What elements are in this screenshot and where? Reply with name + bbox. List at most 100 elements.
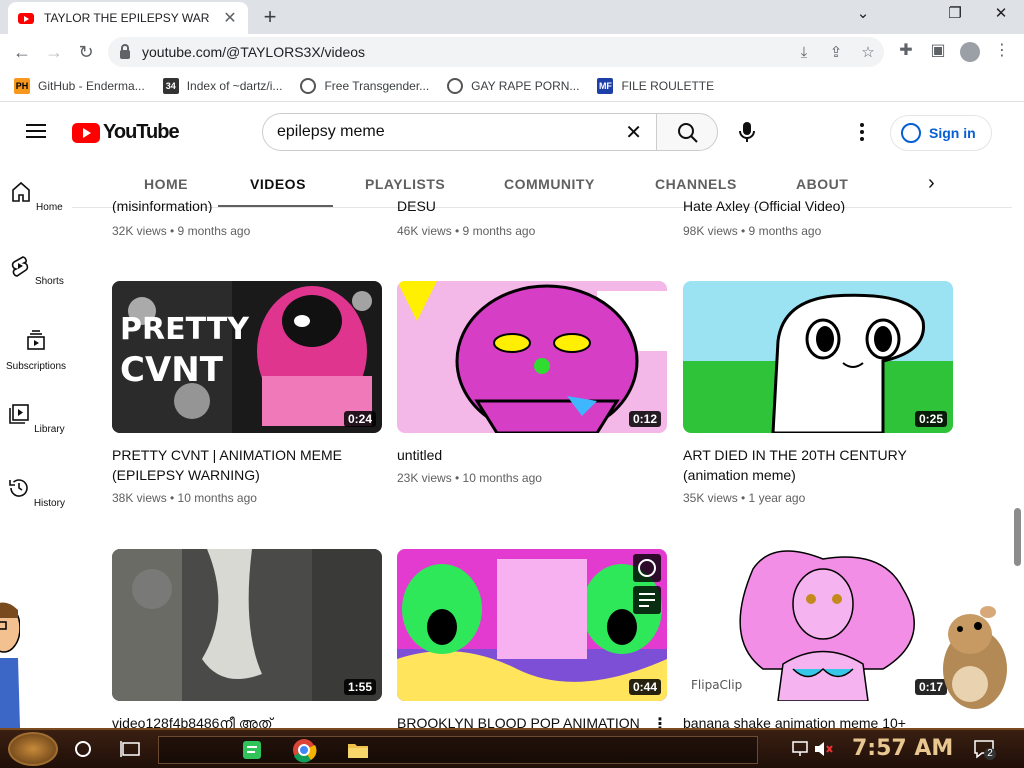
- library-icon: [9, 404, 30, 424]
- video-title-partial[interactable]: Hate Axley (Official Video): [683, 199, 845, 213]
- bookmark-favicon-icon: MF: [597, 77, 614, 94]
- scrollbar-thumb[interactable]: [1014, 508, 1021, 566]
- side-panel-icon[interactable]: ▣: [926, 40, 950, 60]
- rail-item-shorts[interactable]: Shorts: [0, 254, 72, 287]
- video-card[interactable]: PRETTY CVNT 0:24 PRETTY CVNT | ANIMATION…: [112, 281, 382, 505]
- taskbar-clock[interactable]: 7:57 AM: [852, 736, 953, 761]
- close-window-icon[interactable]: ✕: [986, 4, 1016, 22]
- thumbnail-image: [397, 281, 667, 433]
- video-title[interactable]: PRETTY CVNT | ANIMATION MEME (EPILEPSY W…: [112, 445, 382, 485]
- svg-text:CVNT: CVNT: [120, 350, 224, 390]
- microphone-icon[interactable]: [736, 120, 758, 144]
- browser-toolbar: ← → ↻ youtube.com/@TAYLORS3X/videos ⤓ ⇪ …: [0, 34, 1024, 70]
- video-title-partial[interactable]: (misinformation): [112, 199, 212, 213]
- bookmark-github[interactable]: PH GitHub - Enderma...: [14, 77, 145, 94]
- rail-label: Home: [36, 202, 63, 213]
- tab-community[interactable]: COMMUNITY: [504, 160, 595, 208]
- browser-tab-strip: TAYLOR THE EPILEPSY WAR ✕ + ⌄ ❐ ✕: [0, 0, 1024, 34]
- video-thumbnail[interactable]: 0:25: [683, 281, 953, 433]
- file-explorer-icon[interactable]: [345, 737, 371, 763]
- youtube-favicon-icon: [18, 12, 34, 24]
- bookmark-star-icon[interactable]: ☆: [852, 43, 884, 61]
- chrome-icon[interactable]: [291, 737, 317, 763]
- video-meta: 35K views • 1 year ago: [683, 491, 806, 505]
- new-tab-button[interactable]: +: [258, 4, 282, 30]
- settings-dots-icon[interactable]: [852, 120, 872, 144]
- video-card[interactable]: FlipaClip 0:17 banana shake animation me…: [683, 549, 953, 733]
- sign-in-label: Sign in: [929, 125, 976, 141]
- video-thumbnail[interactable]: 1:55: [112, 549, 382, 701]
- channel-tabs: HOME VIDEOS PLAYLISTS COMMUNITY CHANNELS…: [112, 160, 1012, 208]
- restore-window-icon[interactable]: ❐: [940, 4, 970, 22]
- video-card[interactable]: 0:12 untitled 23K views • 10 months ago: [397, 281, 667, 485]
- video-thumbnail[interactable]: 0:12: [397, 281, 667, 433]
- video-card[interactable]: 0:25 ART DIED IN THE 20TH CENTURY (anima…: [683, 281, 953, 505]
- tab-search-chevron-icon[interactable]: ⌄: [848, 4, 878, 22]
- sign-in-button[interactable]: Sign in: [890, 115, 992, 151]
- chrome-menu-icon[interactable]: ⋮: [990, 40, 1014, 60]
- rail-item-history[interactable]: History: [0, 476, 72, 509]
- video-title[interactable]: untitled: [397, 445, 667, 465]
- rail-label: Library: [34, 424, 65, 435]
- desktop-buddy-character[interactable]: [0, 598, 20, 728]
- hamster-sticker[interactable]: [930, 604, 1010, 712]
- extensions-puzzle-icon[interactable]: ✚: [894, 40, 918, 60]
- bookmarks-bar: PH GitHub - Enderma... 34 Index of ~dart…: [0, 70, 1024, 102]
- network-icon[interactable]: [790, 736, 810, 762]
- tab-videos[interactable]: VIDEOS: [218, 160, 333, 208]
- bookmark-file-roulette[interactable]: MF FILE ROULETTE: [597, 77, 714, 94]
- subscriptions-icon: [27, 330, 45, 350]
- bookmark-label: Free Transgender...: [324, 78, 430, 93]
- account-circle-icon: [901, 123, 921, 143]
- volume-muted-icon[interactable]: [812, 736, 834, 762]
- youtube-wordmark: YouTube: [103, 121, 180, 143]
- share-icon[interactable]: ⇪: [820, 43, 852, 61]
- video-thumbnail[interactable]: 0:44: [397, 549, 667, 701]
- back-button[interactable]: ←: [10, 40, 34, 64]
- svg-text:PRETTY: PRETTY: [120, 312, 250, 347]
- tabs-scroll-chevron-right-icon[interactable]: ›: [928, 172, 935, 195]
- profile-avatar-icon[interactable]: [960, 42, 980, 62]
- video-title-partial[interactable]: DESU: [397, 199, 436, 213]
- reload-button[interactable]: ↻: [74, 40, 98, 64]
- address-bar[interactable]: youtube.com/@TAYLORS3X/videos ⤓ ⇪ ☆: [108, 37, 884, 67]
- globe-icon: [447, 77, 464, 94]
- search-input[interactable]: epilepsy meme ✕: [262, 113, 656, 151]
- page-scrollbar[interactable]: [1012, 208, 1024, 728]
- svg-text:FlipaClip: FlipaClip: [691, 678, 742, 692]
- youtube-logo[interactable]: YouTube: [72, 121, 180, 144]
- video-thumbnail[interactable]: PRETTY CVNT 0:24: [112, 281, 382, 433]
- tab-close-button[interactable]: ✕: [222, 8, 238, 28]
- forward-button[interactable]: →: [42, 40, 66, 64]
- bookmark-label: Index of ~dartz/i...: [186, 78, 283, 93]
- rail-item-subscriptions[interactable]: Subscriptions: [0, 328, 72, 372]
- lock-icon: [120, 43, 130, 59]
- search-icon: [678, 123, 698, 143]
- rail-item-home[interactable]: Home: [0, 180, 72, 213]
- video-card[interactable]: 0:44 BROOKLYN BLOOD POP ANIMATION: [397, 549, 667, 733]
- menu-hamburger-icon[interactable]: [26, 124, 46, 142]
- browser-tab[interactable]: TAYLOR THE EPILEPSY WAR ✕: [8, 2, 248, 34]
- search-query-text: epilepsy meme: [277, 123, 385, 140]
- task-view-icon[interactable]: [118, 736, 144, 762]
- video-title[interactable]: ART DIED IN THE 20TH CENTURY (animation …: [683, 445, 953, 485]
- install-app-icon[interactable]: ⤓: [788, 44, 820, 61]
- video-thumbnail[interactable]: FlipaClip 0:17: [683, 549, 953, 701]
- bookmark-label: GitHub - Enderma...: [38, 78, 145, 93]
- bookmark-favicon-icon: PH: [14, 77, 30, 94]
- start-button[interactable]: [8, 732, 58, 766]
- bookmark-index-of[interactable]: 34 Index of ~dartz/i...: [162, 77, 283, 94]
- video-meta: 32K views • 9 months ago: [112, 224, 251, 238]
- notification-center-button[interactable]: 2: [972, 736, 998, 762]
- sticky-notes-icon[interactable]: [239, 737, 265, 763]
- thumbnail-image: FlipaClip: [683, 549, 953, 701]
- video-card[interactable]: 1:55 video128f4b8486നീ അത്: [112, 549, 382, 733]
- rail-item-library[interactable]: Library: [0, 402, 72, 435]
- bookmark-gay-rape[interactable]: GAY RAPE PORN...: [447, 77, 579, 94]
- video-duration: 0:25: [914, 411, 947, 427]
- cortana-icon[interactable]: [70, 736, 96, 762]
- tab-title: TAYLOR THE EPILEPSY WAR: [44, 11, 210, 25]
- bookmark-free-transgender[interactable]: Free Transgender...: [300, 77, 430, 94]
- search-button[interactable]: [656, 113, 718, 151]
- clear-search-icon[interactable]: ✕: [625, 120, 642, 145]
